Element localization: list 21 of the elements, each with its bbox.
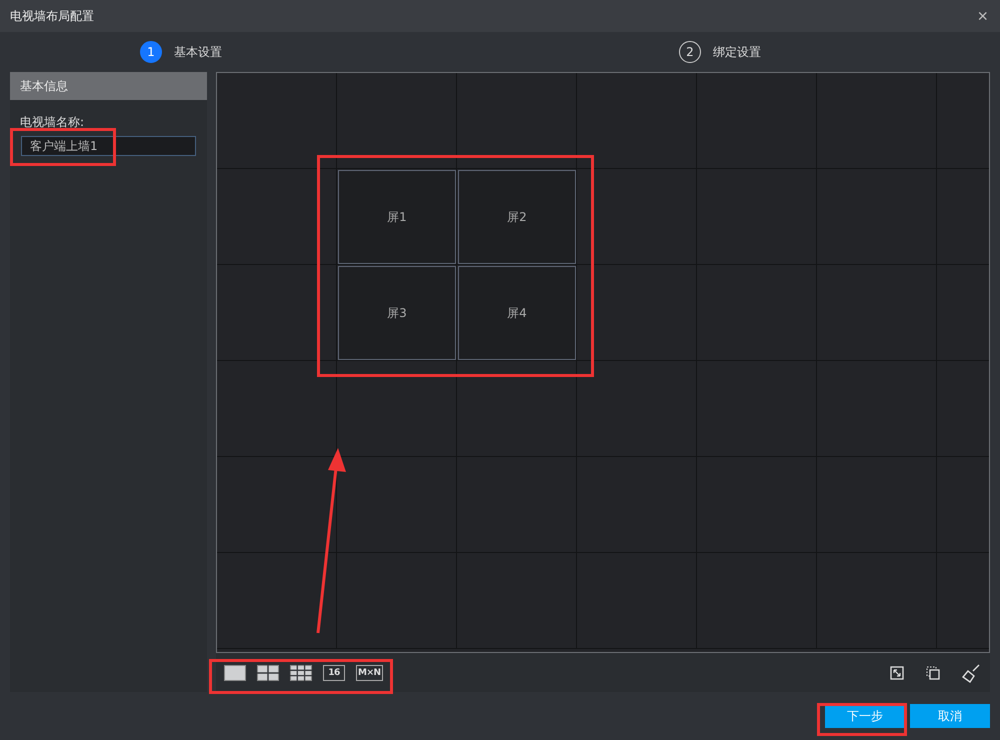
single-layout-icon[interactable] <box>224 664 246 680</box>
step-label: 基本设置 <box>174 44 222 60</box>
name-field[interactable]: 客户端上墙1 <box>21 136 196 156</box>
layout-button[interactable]: 16 <box>323 664 345 680</box>
screen-tile[interactable]: 屏4 <box>458 266 576 360</box>
broom-icon[interactable] <box>962 662 982 682</box>
screen-tile[interactable]: 屏2 <box>458 170 576 264</box>
resize-icon[interactable] <box>890 666 904 680</box>
step-number: 2 <box>679 41 701 63</box>
window-title: 电视墙布局配置 <box>10 8 94 24</box>
screen-tile[interactable]: 屏1 <box>338 170 456 264</box>
step-label: 绑定设置 <box>713 44 761 60</box>
screen-tile[interactable]: 屏3 <box>338 266 456 360</box>
step-number: 1 <box>140 41 162 63</box>
nine-layout-icon[interactable] <box>290 664 312 680</box>
close-button[interactable]: × <box>973 6 992 26</box>
quad-layout-icon[interactable] <box>257 664 279 680</box>
copy-icon[interactable] <box>926 666 940 680</box>
section-header: 基本信息 <box>10 72 207 100</box>
field-label: 电视墙名称: <box>20 114 86 131</box>
layout-button[interactable]: M×N <box>356 664 383 680</box>
